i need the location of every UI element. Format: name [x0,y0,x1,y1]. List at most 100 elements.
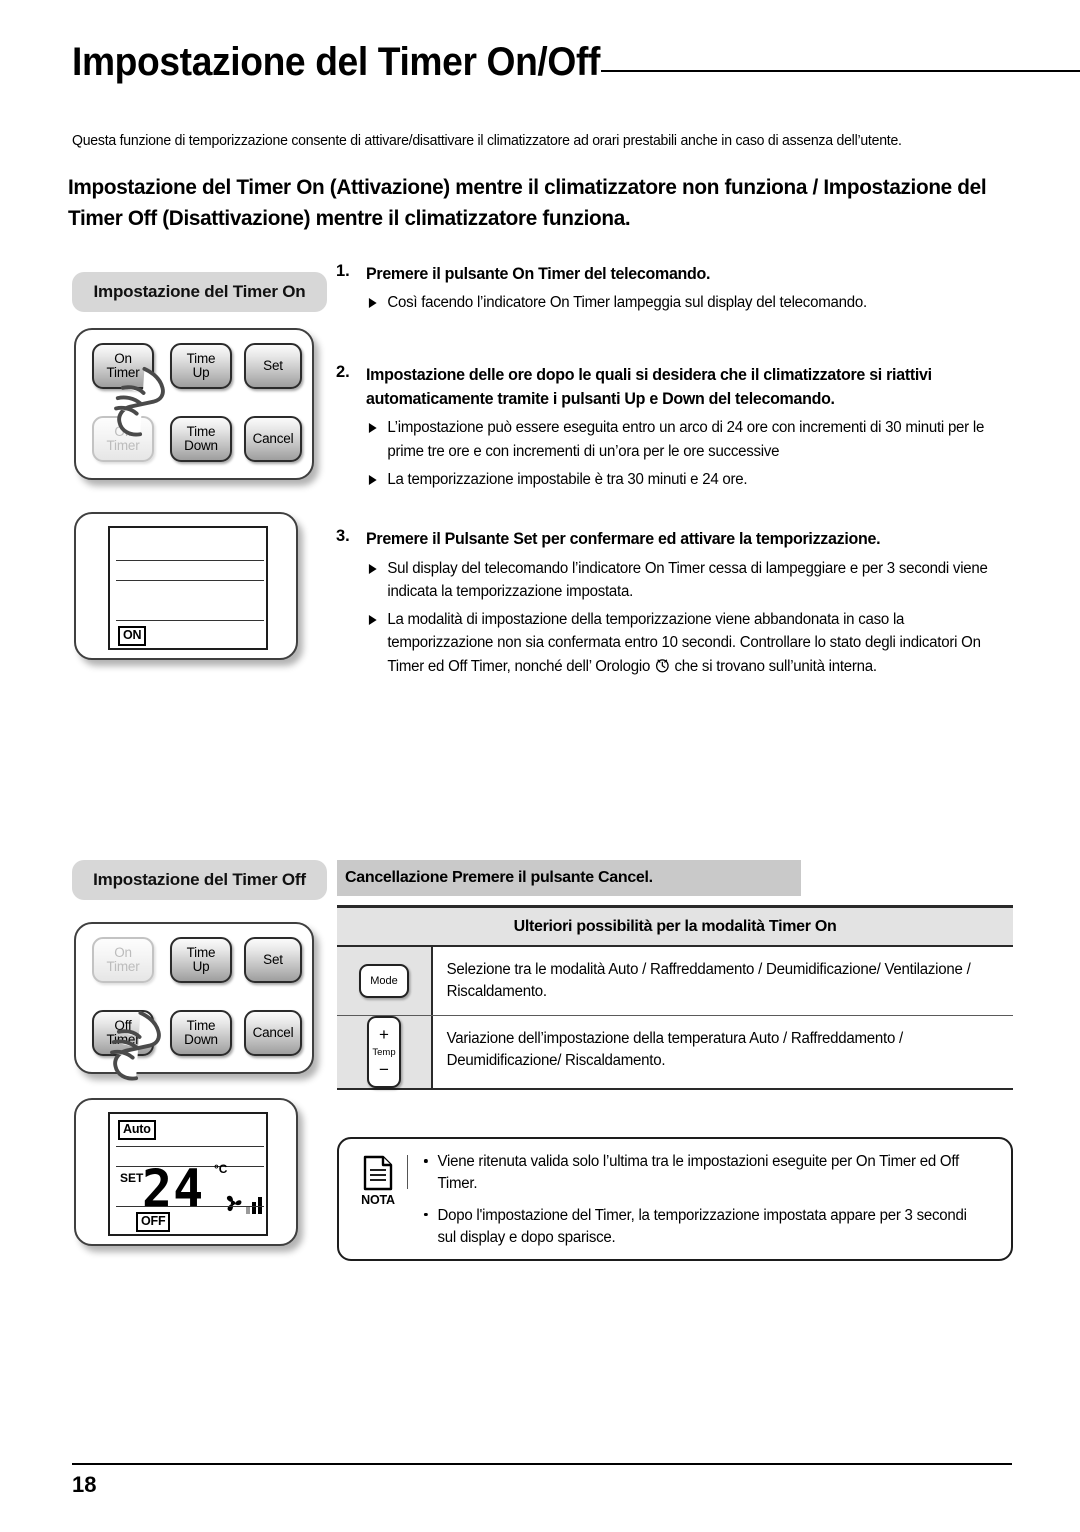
bullet-dot-icon [423,1159,428,1163]
bullet-dot-icon [423,1212,428,1217]
temp-button[interactable]: + Temp − [367,1016,401,1088]
off-timer-button-label-line2: Timer [106,1032,140,1047]
intro-paragraph: Questa funzione di temporizzazione conse… [72,133,902,149]
step-2-title: Impostazione delle ore dopo le quali si … [366,365,932,409]
cancel-button[interactable]: Cancel [244,1010,302,1056]
remote-keypad-timer-on: On Timer Time Up Set Off Timer Time Down… [74,328,314,480]
mode-button-label: Mode [370,975,398,987]
lcd-mode-badge: Auto [118,1120,156,1140]
mode-button[interactable]: Mode [359,964,409,998]
lcd-set-label: SET [120,1171,144,1185]
nota-item-text: Viene ritenuta valida solo l’ultima tra … [437,1153,960,1193]
step-3-bullet-1: Sul display del telecomando l’indicatore… [366,557,997,604]
temp-plus-label: + [379,1024,389,1044]
time-down-button-label-line2: Down [184,438,218,453]
step-3-number: 3. [336,527,350,546]
page-title: Impostazione del Timer On/Off [72,40,601,84]
time-down-button[interactable]: Time Down [170,416,232,462]
nota-icon-group: NOTA [349,1151,407,1247]
instruction-steps: 1. Premere il pulsante On Timer del tele… [336,262,1016,680]
cancel-button-label: Cancel [252,431,294,447]
set-button-label: Set [263,952,283,968]
triangle-bullet-icon [368,423,377,434]
set-button-label: Set [263,358,283,374]
time-up-button-label-line1: Time [186,351,216,367]
nota-label: NOTA [361,1193,395,1207]
step-2-number: 2. [336,362,350,381]
time-down-button-label-line1: Time [186,424,216,440]
on-timer-button-label-line1: On [114,945,132,961]
triangle-bullet-icon [368,615,377,626]
time-up-button[interactable]: Time Up [170,343,232,389]
step-3: 3. Premere il Pulsante Set per confermar… [336,527,1016,678]
table-row: + Temp − Variazione dell’impostazione de… [337,1016,1013,1090]
fan-speed-bars-icon [246,1196,262,1214]
nota-box: NOTA Viene ritenuta valida solo l’ultima… [337,1137,1013,1261]
off-timer-button[interactable]: Off Timer [92,416,154,462]
time-down-button-label-line2: Down [184,1032,218,1047]
header-rule [601,70,1080,72]
time-up-button-label-line1: Time [186,945,216,961]
on-timer-button[interactable]: On Timer [92,343,154,389]
step-1-number: 1. [336,262,350,280]
step-3-bullet-1-text: Sul display del telecomando l’indicatore… [387,559,988,600]
lcd-screen-timer-on: ON [108,526,268,650]
options-table-header: Ulteriori possibilità per la modalità Ti… [337,905,1013,947]
on-timer-button[interactable]: On Timer [92,937,154,983]
cancellation-band: Cancellazione Premere il pulsante Cancel… [337,860,801,896]
on-timer-button-label-line1: On [114,351,132,367]
page-header: Impostazione del Timer On/Off [0,40,1080,110]
nota-divider [407,1155,408,1189]
step-2-bullet-2: La temporizzazione impostabile è tra 30 … [366,468,997,491]
lcd-divider-3 [116,620,264,621]
footer-rule [72,1463,1012,1465]
lcd-divider-1 [116,560,264,561]
time-up-button[interactable]: Time Up [170,937,232,983]
temp-minus-label: − [379,1059,389,1079]
temp-button-cell: + Temp − [337,1016,433,1088]
off-timer-button-label-line1: Off [114,424,132,440]
time-down-button-label-line1: Time [186,1018,216,1034]
nota-item: Viene ritenuta valida solo l’ultima tra … [422,1151,980,1196]
time-up-button-label-line2: Up [192,959,210,974]
lcd-divider-2 [116,580,264,581]
step-1-title: Premere il pulsante On Timer del telecom… [366,265,711,283]
lcd-temperature-value: 24 [142,1158,205,1220]
mode-button-cell: Mode [337,947,433,1015]
timer-on-pill-label: Impostazione del Timer On [72,272,327,312]
step-2-bullet-2-text: La temporizzazione impostabile è tra 30 … [387,470,748,488]
step-2-bullet-1: L’impostazione può essere eseguita entro… [366,416,997,463]
options-table: Ulteriori possibilità per la modalità Ti… [337,905,1013,1090]
time-up-button-label-line2: Up [192,365,210,380]
cancel-button-label: Cancel [252,1025,294,1041]
table-row: Mode Selezione tra le modalità Auto / Ra… [337,947,1013,1016]
lcd-screen-timer-off: Auto SET 24 °C OFF [108,1112,268,1236]
lcd-divider-1 [116,1146,264,1147]
step-3-title: Premere il Pulsante Set per confermare e… [366,530,881,549]
section-heading: Impostazione del Timer On (Attivazione) … [68,175,987,230]
step-3-bullet-2: La modalità di impostazione della tempor… [366,608,997,678]
off-timer-button-label-line1: Off [114,1018,132,1034]
lcd-divider-3 [116,1206,264,1207]
time-down-button[interactable]: Time Down [170,1010,232,1056]
temp-row-description: Variazione dell’impostazione della tempe… [446,1030,904,1069]
timer-off-pill-label: Impostazione del Timer Off [72,860,327,900]
nota-items: Viene ritenuta valida solo l’ultima tra … [418,1151,997,1247]
page-number: 18 [72,1472,97,1497]
lcd-off-badge: OFF [136,1212,171,1232]
set-button[interactable]: Set [244,937,302,983]
lcd-on-badge: ON [118,626,147,646]
off-timer-button[interactable]: Off Timer [92,1010,154,1056]
on-timer-button-label-line2: Timer [106,959,140,974]
fan-icon [226,1195,242,1212]
step-1: 1. Premere il pulsante On Timer del tele… [336,262,1016,315]
lcd-temperature-unit: °C [214,1162,228,1176]
step-1-bullet-1-text: Così facendo l’indicatore On Timer lampe… [387,294,867,312]
step-2-bullet-1-text: L’impostazione può essere eseguita entro… [387,419,985,460]
set-button[interactable]: Set [244,343,302,389]
temp-button-label: Temp [372,1046,396,1058]
cancel-button[interactable]: Cancel [244,416,302,462]
mode-row-description: Selezione tra le modalità Auto / Raffred… [446,961,971,1000]
remote-keypad-timer-off: On Timer Time Up Set Off Timer Time Down… [74,922,314,1074]
